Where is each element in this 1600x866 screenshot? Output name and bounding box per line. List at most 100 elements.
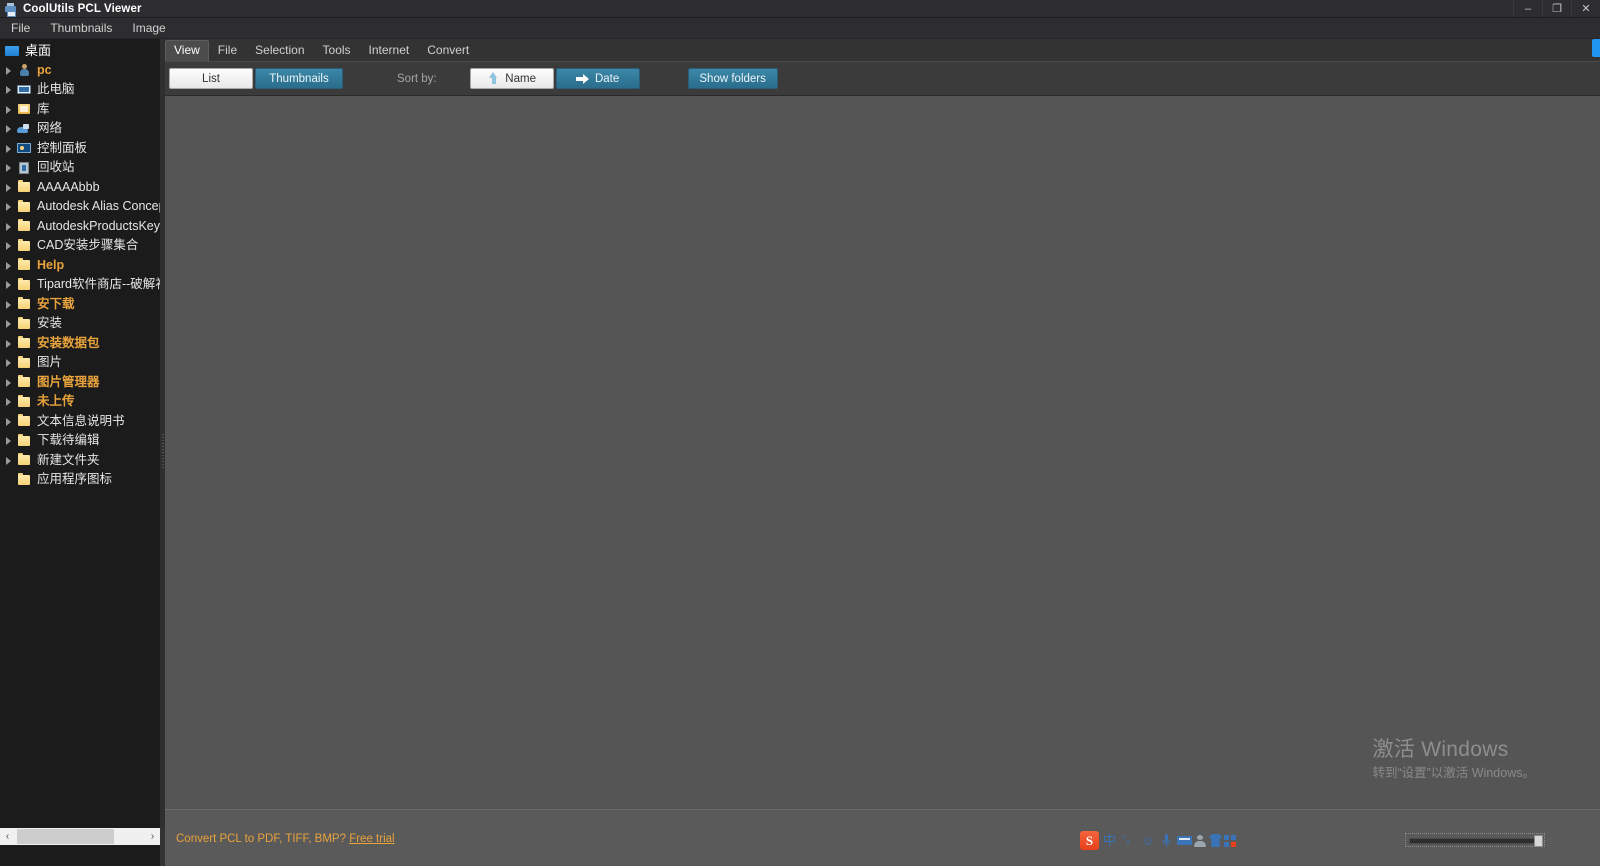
expand-triangle-icon[interactable]	[2, 451, 16, 470]
free-trial-link[interactable]: Free trial	[349, 833, 394, 845]
expand-triangle-icon[interactable]	[2, 61, 16, 80]
tree-item-label: 未上传	[37, 394, 75, 409]
folder-icon	[16, 316, 32, 331]
expand-triangle-icon[interactable]	[2, 412, 16, 431]
tree-item[interactable]: Tipard软件商店--破解补	[0, 275, 160, 295]
expand-triangle-icon[interactable]	[2, 392, 16, 411]
tree-item[interactable]: 此电脑	[0, 80, 160, 100]
expand-triangle-icon[interactable]	[2, 197, 16, 216]
tree-item[interactable]: pc	[0, 61, 160, 81]
tree-item[interactable]: 新建文件夹	[0, 451, 160, 471]
sogou-logo-icon[interactable]: S	[1080, 831, 1099, 850]
punctuation-icon[interactable]: °，	[1120, 832, 1137, 850]
show-folders-button[interactable]: Show folders	[687, 68, 778, 89]
network-icon	[16, 122, 32, 136]
tree-item-label: Help	[37, 257, 65, 272]
window-controls: – ❐ ✕	[1513, 0, 1600, 17]
tree-item-label: CAD安装步骤集合	[37, 238, 139, 253]
expand-triangle-icon[interactable]	[2, 373, 16, 392]
minimize-button[interactable]: –	[1513, 0, 1542, 17]
watermark-title: 激活 Windows	[1372, 738, 1509, 761]
tree-item[interactable]: AutodeskProductsKeyGen全	[0, 217, 160, 237]
tree-item[interactable]: 安下载	[0, 295, 160, 315]
sidebar-horizontal-scrollbar[interactable]: ‹ ›	[0, 828, 160, 845]
tree-item[interactable]: 文本信息说明书	[0, 412, 160, 432]
menu-item-thumbnails[interactable]: Thumbnails	[41, 19, 121, 38]
tab-file[interactable]: File	[209, 40, 246, 61]
tree-item-label: 桌面	[25, 43, 52, 59]
expand-triangle-icon[interactable]	[2, 295, 16, 314]
expand-triangle-icon[interactable]	[2, 217, 16, 236]
expand-triangle-icon[interactable]	[2, 139, 16, 158]
expand-triangle-icon[interactable]	[2, 431, 16, 450]
promo-text: Convert PCL to PDF, TIFF, BMP?	[176, 833, 346, 845]
expand-triangle-icon[interactable]	[2, 80, 16, 99]
tree-item[interactable]: 未上传	[0, 392, 160, 412]
scroll-right-icon[interactable]: ›	[145, 828, 160, 845]
zoom-slider-track[interactable]	[1409, 838, 1538, 844]
tree-item[interactable]: CAD安装步骤集合	[0, 236, 160, 256]
tree-item[interactable]: 回收站	[0, 158, 160, 178]
expand-triangle-icon[interactable]	[2, 353, 16, 372]
tree-item[interactable]: 下载待编辑	[0, 431, 160, 451]
expand-triangle-icon[interactable]	[2, 119, 16, 138]
tree-item[interactable]: 控制面板	[0, 139, 160, 159]
folder-icon	[16, 394, 32, 409]
tab-convert[interactable]: Convert	[418, 40, 478, 61]
thumbnails-view-button[interactable]: Thumbnails	[255, 68, 343, 89]
expand-triangle-icon[interactable]	[2, 256, 16, 275]
tree-item[interactable]: Help	[0, 256, 160, 276]
list-view-button[interactable]: List	[169, 68, 253, 89]
tree-item[interactable]: 安装数据包	[0, 334, 160, 354]
restore-button[interactable]: ❐	[1542, 0, 1571, 17]
expand-triangle-icon[interactable]	[2, 334, 16, 353]
emoji-icon[interactable]: ☺	[1139, 832, 1156, 850]
close-button[interactable]: ✕	[1571, 0, 1600, 17]
tree-item-label: AutodeskProductsKeyGen全	[37, 218, 160, 233]
scroll-left-icon[interactable]: ‹	[0, 828, 15, 845]
main-panel: View File Selection Tools Internet Convert Li…	[165, 39, 1600, 866]
menu-item-image[interactable]: Image	[123, 19, 174, 38]
menu-item-file[interactable]: File	[2, 19, 39, 38]
tab-view[interactable]: View	[165, 40, 209, 61]
tree-item[interactable]: Autodesk Alias Concept 20	[0, 197, 160, 217]
app-window: CoolUtils PCL Viewer – ❐ ✕ File Thumbnai…	[0, 0, 1600, 866]
toolbox-icon[interactable]	[1224, 834, 1237, 847]
thumbnail-content-area[interactable]: 激活 Windows 转到“设置”以激活 Windows。	[165, 96, 1600, 809]
sort-by-label: Sort by:	[397, 72, 437, 85]
tab-selection[interactable]: Selection	[246, 40, 313, 61]
user-icon	[16, 63, 32, 77]
tree-item[interactable]: 安装	[0, 314, 160, 334]
expand-triangle-icon[interactable]	[2, 236, 16, 255]
skin-icon[interactable]	[1209, 834, 1222, 847]
tab-tools[interactable]: Tools	[314, 40, 360, 61]
zoom-slider[interactable]	[1405, 833, 1545, 847]
zoom-slider-thumb[interactable]	[1534, 835, 1543, 847]
folder-icon	[16, 414, 32, 428]
expand-triangle-icon[interactable]	[2, 275, 16, 294]
tree-item[interactable]: 图片	[0, 353, 160, 373]
tree-item[interactable]: 应用程序图标	[0, 470, 160, 490]
tree-item[interactable]: 网络	[0, 119, 160, 139]
tree-item-desktop[interactable]: 桌面	[0, 41, 160, 61]
tree-item[interactable]: 库	[0, 100, 160, 120]
user-icon[interactable]	[1194, 834, 1207, 847]
collapse-ribbon-handle[interactable]	[1592, 39, 1600, 57]
chinese-mode-icon[interactable]: 中	[1101, 832, 1118, 850]
expand-triangle-icon[interactable]	[2, 158, 16, 177]
tab-internet[interactable]: Internet	[360, 40, 419, 61]
scrollbar-track[interactable]	[15, 828, 145, 845]
tree-item[interactable]: AAAAAbbb	[0, 178, 160, 198]
expand-triangle-icon[interactable]	[2, 100, 16, 119]
sort-by-date-button[interactable]: Date	[555, 68, 640, 89]
expand-triangle-icon[interactable]	[2, 314, 16, 333]
scrollbar-thumb[interactable]	[17, 829, 114, 844]
expand-triangle-icon[interactable]	[2, 178, 16, 197]
tree-item[interactable]: 图片管理器	[0, 373, 160, 393]
sort-by-name-button[interactable]: Name	[469, 68, 554, 89]
splitter-grip	[161, 434, 164, 470]
sogou-ime-toolbar[interactable]: S 中 °， ☺	[1080, 830, 1242, 851]
microphone-icon[interactable]	[1158, 832, 1175, 850]
keyboard-icon[interactable]	[1177, 836, 1192, 845]
folder-tree-sidebar[interactable]: 桌面 pc 此电脑库网络 控制面板 回收站 AAAAAbbb Autodesk Alias…	[0, 39, 160, 828]
